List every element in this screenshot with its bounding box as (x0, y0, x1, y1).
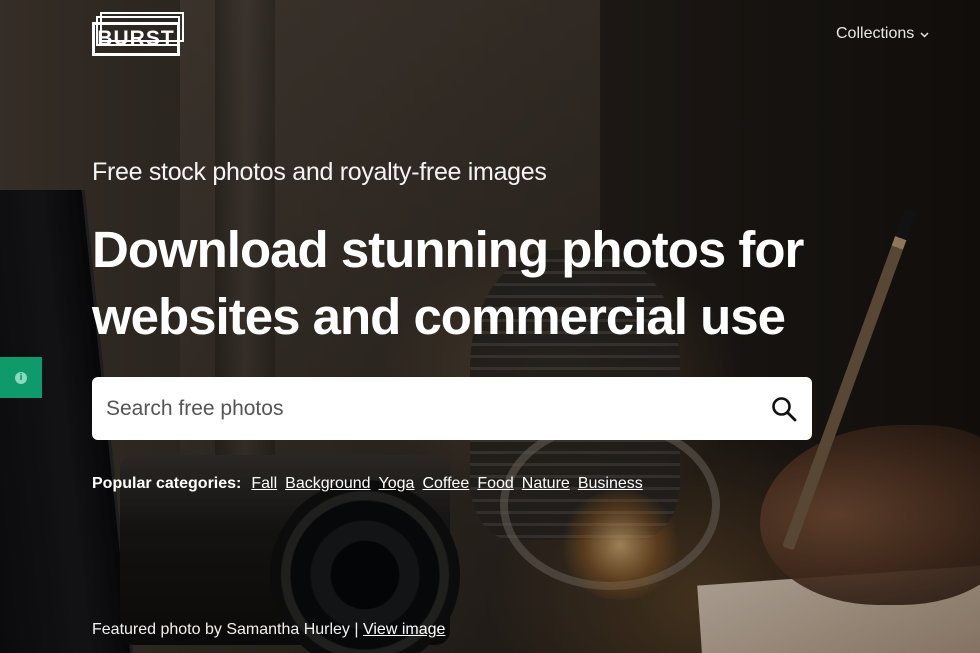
search-button[interactable] (756, 377, 812, 440)
category-link-nature[interactable]: Nature (522, 475, 570, 493)
category-link-yoga[interactable]: Yoga (379, 475, 415, 493)
feedback-tab[interactable]: i (0, 357, 42, 398)
categories-label: Popular categories: (92, 475, 242, 492)
hero-headline: Download stunning photos for websites an… (92, 216, 872, 350)
search-form (92, 377, 812, 440)
popular-categories: Popular categories: Fall Background Yoga… (92, 475, 643, 493)
category-link-coffee[interactable]: Coffee (422, 475, 469, 493)
headline-line-1: Download stunning photos for (92, 221, 804, 278)
photo-credit: Featured photo by Samantha Hurley | View… (92, 621, 445, 639)
chevron-down-icon (920, 30, 929, 41)
search-icon (772, 396, 797, 421)
burst-logo[interactable]: BURST (92, 12, 190, 56)
view-image-link[interactable]: View image (363, 621, 445, 638)
headline-line-2: websites and commercial use (92, 288, 786, 345)
category-link-business[interactable]: Business (578, 475, 643, 493)
credit-text: Featured photo by Samantha Hurley | (92, 621, 359, 638)
category-link-background[interactable]: Background (285, 475, 370, 493)
collections-label: Collections (836, 25, 915, 42)
category-link-food[interactable]: Food (477, 475, 513, 493)
hero-tagline: Free stock photos and royalty-free image… (92, 158, 547, 186)
info-icon: i (15, 371, 27, 384)
category-link-fall[interactable]: Fall (251, 475, 277, 493)
logo-text: BURST (92, 22, 180, 56)
search-input[interactable] (92, 377, 756, 440)
collections-menu[interactable]: Collections (836, 24, 929, 44)
